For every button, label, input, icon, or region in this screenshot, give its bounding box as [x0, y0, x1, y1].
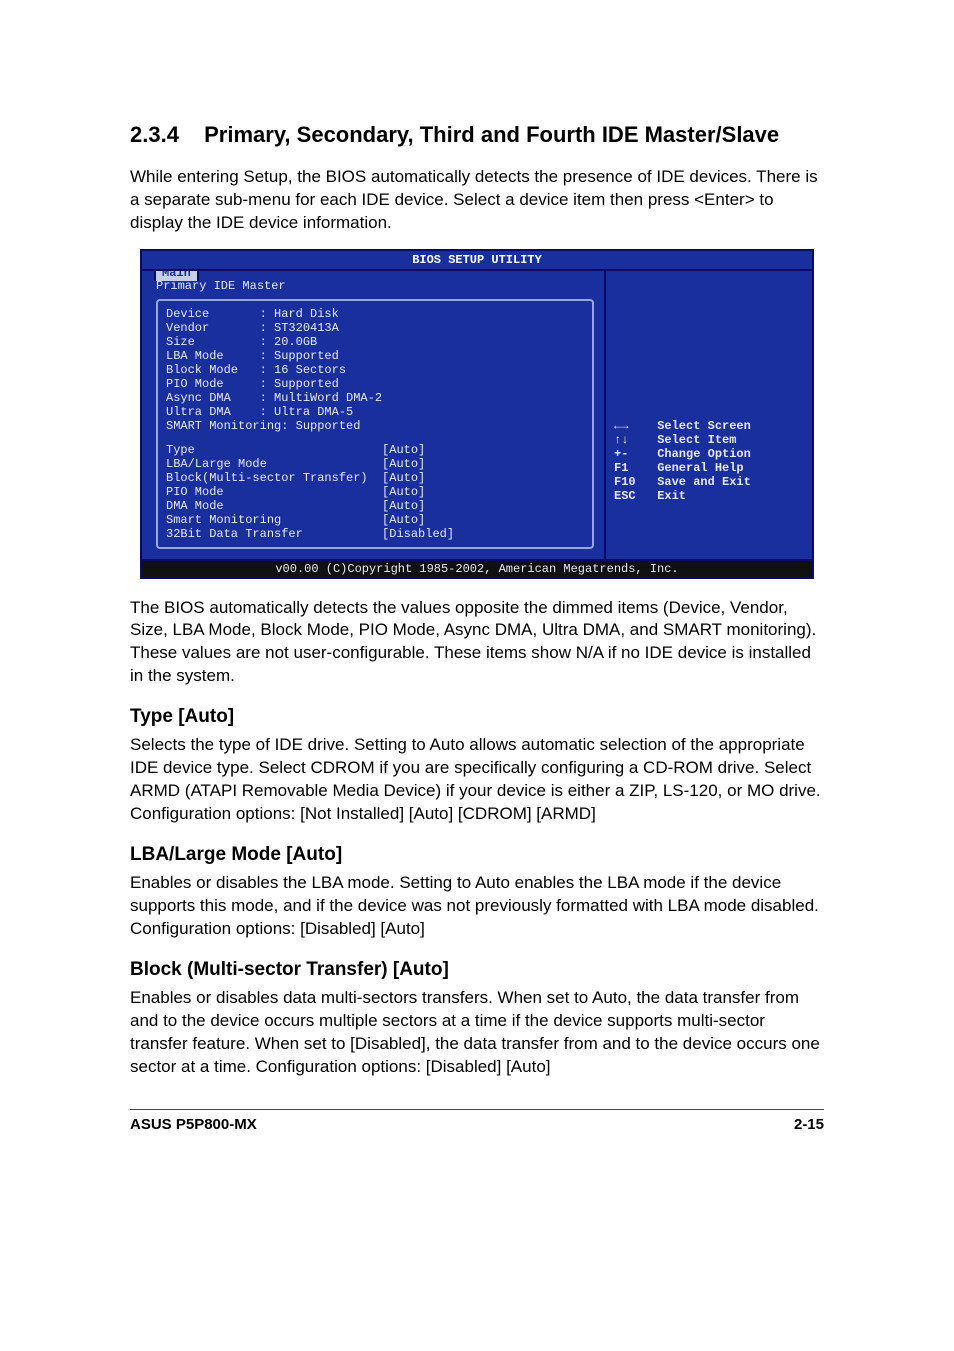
page-footer: ASUS P5P800-MX 2-15: [130, 1116, 824, 1133]
bios-option-row[interactable]: Block(Multi-sector Transfer) [Auto]: [166, 471, 584, 485]
block-body: Enables or disables data multi-sectors t…: [130, 987, 824, 1079]
bios-help-row: F1 General Help: [614, 461, 804, 475]
lba-body: Enables or disables the LBA mode. Settin…: [130, 872, 824, 941]
bios-info-row: Device : Hard Disk: [166, 307, 584, 321]
bios-option-row[interactable]: 32Bit Data Transfer [Disabled]: [166, 527, 584, 541]
bios-help-row: ↑↓ Select Item: [614, 433, 804, 447]
bios-info-row: Block Mode : 16 Sectors: [166, 363, 584, 377]
lba-heading: LBA/Large Mode [Auto]: [130, 844, 824, 866]
bios-option-row[interactable]: LBA/Large Mode [Auto]: [166, 457, 584, 471]
section-title: Primary, Secondary, Third and Fourth IDE…: [204, 120, 794, 150]
type-body: Selects the type of IDE drive. Setting t…: [130, 734, 824, 826]
bios-help-panel: ←→ Select Screen↑↓ Select Item+- Change …: [606, 271, 812, 559]
bios-utility-title: BIOS SETUP UTILITY: [142, 251, 812, 271]
section-heading: 2.3.4 Primary, Secondary, Third and Four…: [130, 120, 824, 150]
bios-option-row[interactable]: Smart Monitoring [Auto]: [166, 513, 584, 527]
type-heading: Type [Auto]: [130, 706, 824, 728]
section-number: 2.3.4: [130, 120, 198, 150]
bios-info-row: Async DMA : MultiWord DMA-2: [166, 391, 584, 405]
intro-paragraph: While entering Setup, the BIOS automatic…: [130, 166, 824, 235]
after-bios-paragraph: The BIOS automatically detects the value…: [130, 597, 824, 689]
bios-help-row: F10 Save and Exit: [614, 475, 804, 489]
bios-option-row[interactable]: PIO Mode [Auto]: [166, 485, 584, 499]
bios-screenshot: Main BIOS SETUP UTILITY Primary IDE Mast…: [140, 249, 814, 579]
bios-footer: v00.00 (C)Copyright 1985-2002, American …: [142, 559, 812, 577]
bios-help-row: ESC Exit: [614, 489, 804, 503]
bios-info-panel: Device : Hard DiskVendor : ST320413ASize…: [156, 299, 594, 549]
bios-info-row: LBA Mode : Supported: [166, 349, 584, 363]
bios-info-row: Vendor : ST320413A: [166, 321, 584, 335]
bios-option-row[interactable]: Type [Auto]: [166, 443, 584, 457]
footer-rule: [130, 1109, 824, 1110]
bios-option-row[interactable]: DMA Mode [Auto]: [166, 499, 584, 513]
bios-info-row: Size : 20.0GB: [166, 335, 584, 349]
footer-left: ASUS P5P800-MX: [130, 1116, 257, 1133]
bios-help-row: ←→ Select Screen: [614, 419, 804, 433]
bios-info-row: Ultra DMA : Ultra DMA-5: [166, 405, 584, 419]
bios-info-row: SMART Monitoring: Supported: [166, 419, 584, 433]
bios-info-row: PIO Mode : Supported: [166, 377, 584, 391]
block-heading: Block (Multi-sector Transfer) [Auto]: [130, 959, 824, 981]
bios-screen-title: Primary IDE Master: [156, 279, 594, 293]
bios-help-row: +- Change Option: [614, 447, 804, 461]
footer-right: 2-15: [794, 1116, 824, 1133]
